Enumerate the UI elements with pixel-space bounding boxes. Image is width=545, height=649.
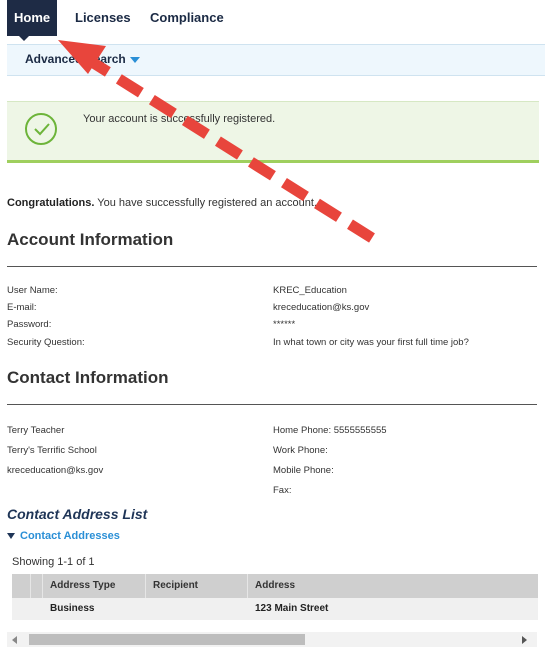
scroll-left-icon[interactable] xyxy=(12,636,17,644)
home-phone-label: Home Phone: xyxy=(273,425,332,436)
fax: Fax: xyxy=(273,485,291,496)
home-phone-value: 5555555555 xyxy=(333,425,387,436)
security-question-value: In what town or city was your first full… xyxy=(273,337,469,348)
success-message: Your account is successfully registered. xyxy=(83,113,276,125)
caret-down-icon xyxy=(7,533,15,540)
success-alert: Your account is successfully registered. xyxy=(7,101,539,163)
password-value: ****** xyxy=(273,319,296,330)
scroll-right-icon[interactable] xyxy=(522,636,527,644)
cell-address-type: Business xyxy=(50,603,95,614)
advanced-search-label: Advanced Search xyxy=(25,52,126,66)
username-label: User Name: xyxy=(7,285,58,296)
fax-label: Fax: xyxy=(273,485,292,496)
divider xyxy=(7,404,537,405)
column-separator xyxy=(145,574,146,598)
table-row[interactable]: Business 123 Main Street xyxy=(12,598,538,620)
username-value: KREC_Education xyxy=(273,285,347,296)
work-phone: Work Phone: xyxy=(273,445,328,456)
email-label: E-mail: xyxy=(7,302,37,313)
contact-address-list-title: Contact Address List xyxy=(7,506,148,522)
mobile-phone-label: Mobile Phone: xyxy=(273,465,334,476)
contact-info-title: Contact Information xyxy=(7,368,169,387)
cell-address: 123 Main Street xyxy=(255,603,329,614)
congratulations-text: Congratulations. You have successfully r… xyxy=(7,197,317,209)
address-table: Address Type Recipient Address Business … xyxy=(12,574,538,620)
work-phone-label: Work Phone: xyxy=(273,445,328,456)
mobile-phone: Mobile Phone: xyxy=(273,465,334,476)
tab-compliance[interactable]: Compliance xyxy=(143,0,231,36)
column-separator xyxy=(247,574,248,598)
home-phone: Home Phone: 5555555555 xyxy=(273,425,387,436)
security-question-label: Security Question: xyxy=(7,337,85,348)
contact-email: kreceducation@ks.gov xyxy=(7,465,104,476)
col-recipient[interactable]: Recipient xyxy=(153,574,198,598)
congratulations-body: You have successfully registered an acco… xyxy=(94,197,317,209)
column-separator xyxy=(42,574,43,598)
account-info-title: Account Information xyxy=(7,230,174,249)
column-separator xyxy=(30,574,31,598)
col-address-type[interactable]: Address Type xyxy=(50,574,115,598)
contact-addresses-label: Contact Addresses xyxy=(20,530,120,542)
tab-home[interactable]: Home xyxy=(7,0,58,36)
active-tab-indicator xyxy=(19,36,29,41)
chevron-down-icon xyxy=(129,56,140,63)
sub-nav: Advanced Search xyxy=(7,44,545,76)
col-address[interactable]: Address xyxy=(255,574,295,598)
congratulations-bold: Congratulations. xyxy=(7,197,95,209)
horizontal-scrollbar[interactable] xyxy=(7,632,537,647)
password-label: Password: xyxy=(7,319,52,330)
top-nav: Home Licenses Compliance xyxy=(0,0,545,41)
contact-addresses-toggle[interactable]: Contact Addresses xyxy=(7,530,120,542)
contact-name: Terry Teacher xyxy=(7,425,65,436)
divider xyxy=(7,266,537,267)
table-header: Address Type Recipient Address xyxy=(12,574,538,598)
check-circle-icon xyxy=(25,113,57,145)
showing-count: Showing 1-1 of 1 xyxy=(12,556,95,568)
email-value: kreceducation@ks.gov xyxy=(273,302,370,313)
advanced-search-link[interactable]: Advanced Search xyxy=(25,52,140,66)
contact-business: Terry's Terrific School xyxy=(7,445,97,456)
scroll-thumb[interactable] xyxy=(29,634,305,645)
tab-licenses[interactable]: Licenses xyxy=(68,0,138,36)
